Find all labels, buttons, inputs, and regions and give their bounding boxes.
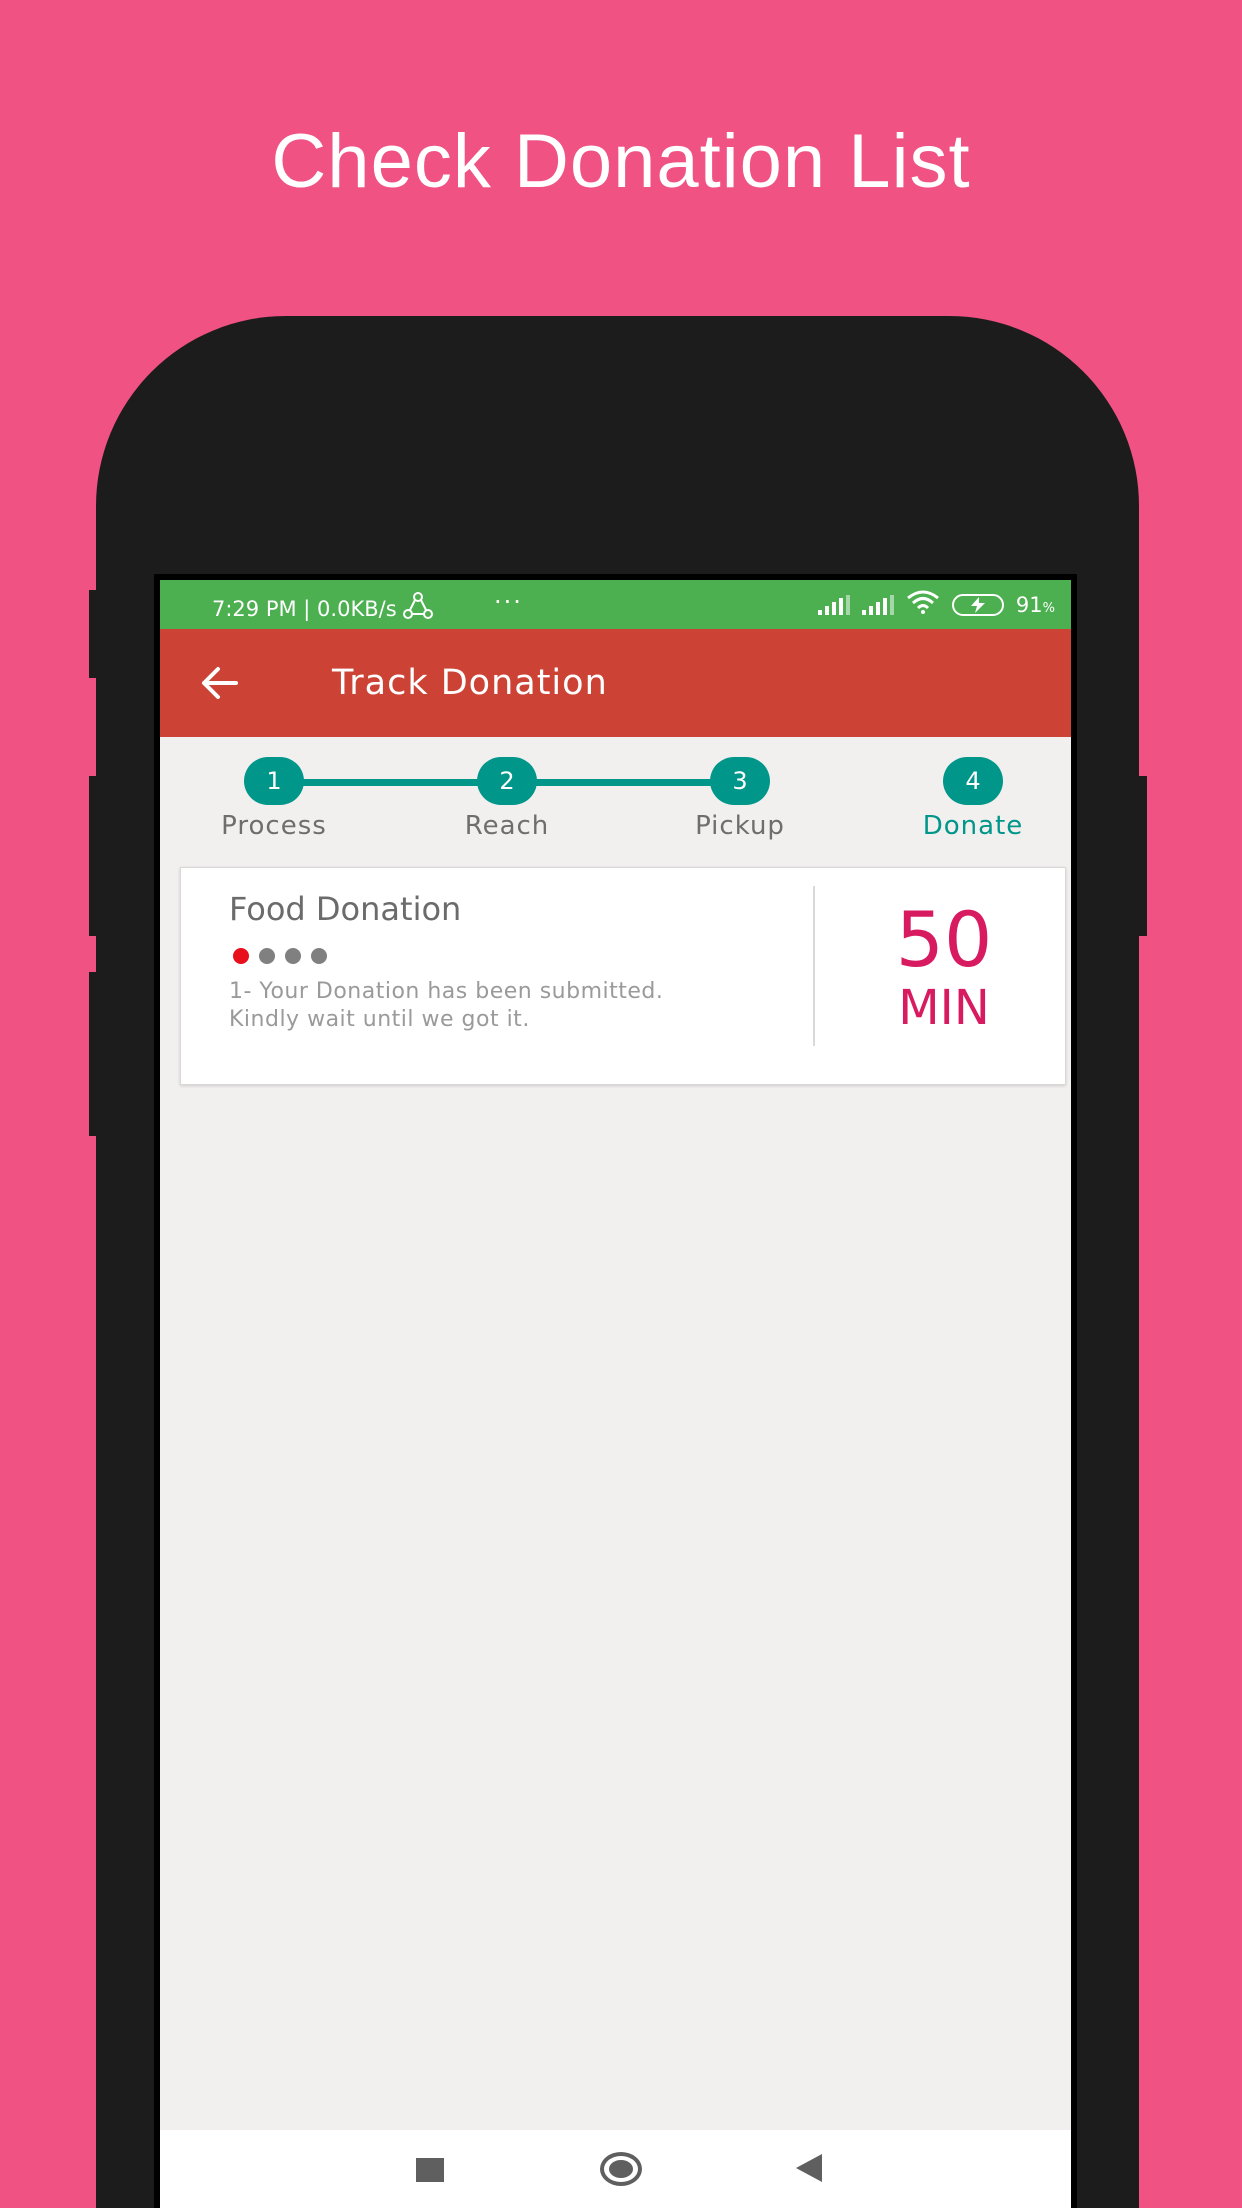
app-screen: 7:29 PM | 0.0KB/s ··· 91% Track Donation… — [160, 580, 1071, 2208]
step-label: Process — [221, 811, 327, 841]
eta-unit: MIN — [898, 980, 990, 1036]
signal-icon — [817, 594, 850, 615]
recents-icon[interactable] — [416, 2158, 444, 2182]
phone-side-button — [89, 590, 99, 678]
donation-progress-dots — [233, 948, 327, 964]
battery-percent: 91% — [1016, 593, 1055, 617]
card-divider — [813, 886, 815, 1046]
eta-value: 50 — [895, 895, 993, 984]
progress-dot — [259, 948, 275, 964]
step-number: 1 — [244, 757, 304, 805]
app-bar: Track Donation — [160, 629, 1071, 737]
step-pickup: 3 Pickup — [660, 757, 820, 841]
wifi-icon — [906, 590, 940, 619]
arrow-left-icon — [196, 667, 244, 711]
home-icon[interactable] — [600, 2152, 642, 2186]
status-more-dots: ··· — [494, 588, 523, 616]
signal-icon — [861, 594, 894, 615]
donation-eta: 50 MIN — [821, 895, 1067, 1036]
battery-value: 91 — [1015, 592, 1043, 617]
donation-message-line: Kindly wait until we got it. — [229, 1007, 530, 1032]
status-time: 7:29 PM | 0.0KB/s — [212, 596, 397, 621]
step-label: Reach — [464, 811, 550, 841]
donation-message: 1- Your Donation has been submitted. Kin… — [229, 978, 809, 1034]
promo-headline: Check Donation List — [271, 119, 971, 204]
donation-card[interactable]: Food Donation 1- Your Donation has been … — [180, 867, 1066, 1085]
page-title: Track Donation — [332, 663, 608, 703]
progress-dot — [311, 948, 327, 964]
donation-message-line: 1- Your Donation has been submitted. — [229, 979, 664, 1004]
step-label: Donate — [922, 811, 1024, 841]
status-bar: 7:29 PM | 0.0KB/s ··· 91% — [160, 580, 1071, 629]
step-number: 3 — [710, 757, 770, 805]
back-icon[interactable] — [796, 2154, 822, 2182]
donation-title: Food Donation — [229, 890, 462, 928]
step-number: 4 — [943, 757, 1003, 805]
share-icon — [402, 592, 433, 625]
step-label: Pickup — [695, 811, 785, 841]
progress-dot — [233, 948, 249, 964]
phone-power-button — [1137, 776, 1147, 936]
phone-volume-down-button — [89, 972, 99, 1136]
status-left: 7:29 PM | 0.0KB/s — [212, 592, 433, 625]
status-right: 91% — [817, 590, 1055, 619]
back-button[interactable] — [196, 659, 244, 707]
phone-volume-up-button — [89, 776, 99, 936]
battery-charging-icon — [951, 593, 1004, 616]
step-reach: 2 Reach — [427, 757, 587, 841]
step-number: 2 — [477, 757, 537, 805]
phone-screen: 7:29 PM | 0.0KB/s ··· 91% Track Donation… — [154, 574, 1077, 2208]
step-donate: 4 Donate — [893, 757, 1053, 841]
battery-unit: % — [1042, 600, 1055, 616]
system-nav-bar — [160, 2130, 1071, 2208]
step-process: 1 Process — [194, 757, 354, 841]
progress-dot — [285, 948, 301, 964]
progress-stepper: 1 Process 2 Reach 3 Pickup 4 Donate — [160, 737, 1071, 847]
